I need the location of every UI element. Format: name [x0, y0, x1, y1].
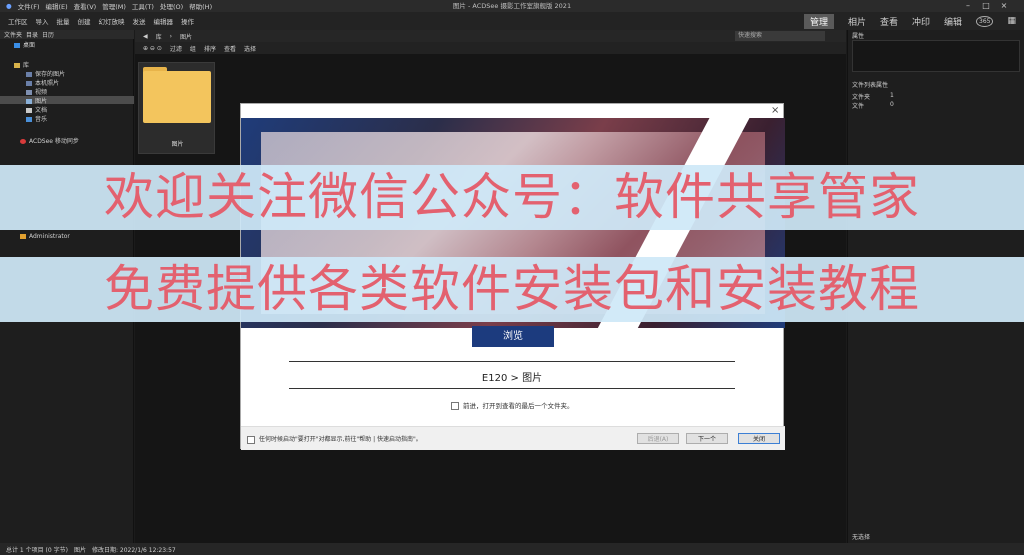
tree-item-music[interactable]: 音乐	[0, 114, 134, 123]
show-on-startup-checkbox[interactable]	[247, 435, 255, 444]
back-button[interactable]: 后退(A)	[637, 433, 679, 444]
toolbar-create[interactable]: 创建	[78, 16, 91, 26]
menu-file[interactable]: 文件(F)	[18, 1, 40, 11]
properties-preview	[852, 40, 1020, 72]
menu-help[interactable]: 帮助(H)	[189, 1, 212, 11]
sort-button[interactable]: 排序	[204, 44, 216, 53]
folders-value: 1	[890, 92, 894, 99]
select-button[interactable]: 选择	[244, 44, 256, 53]
open-last-folder-checkbox[interactable]	[451, 402, 459, 410]
dashboard-icon[interactable]: ▦	[1007, 16, 1016, 26]
close-button[interactable]: 关闭	[738, 433, 780, 444]
group-button[interactable]: 组	[190, 44, 196, 53]
tree-item-saved-pictures[interactable]: 保存的图片	[0, 69, 134, 78]
promo-banner-2: 免费提供各类软件安装包和安装教程	[0, 257, 1024, 322]
music-icon	[26, 117, 32, 122]
open-last-folder-option[interactable]: 前进，打开到查看的最后一个文件夹。	[451, 400, 574, 410]
address-bar: ◀ 库 › 图片 快速搜索	[135, 30, 846, 42]
tree-item-camera-roll[interactable]: 本机照片	[0, 78, 134, 87]
folder-icon	[143, 71, 211, 123]
menu-bar: ● 文件(F) 编辑(E) 查看(V) 管理(M) 工具(T) 处理(O) 帮助…	[0, 0, 1024, 12]
folder-thumbnail[interactable]: 图片	[138, 62, 215, 154]
tab-calendar[interactable]: 日历	[42, 30, 54, 39]
toolbar-workspace[interactable]: 工作区	[8, 16, 28, 26]
folder-icon	[26, 81, 32, 86]
pictures-icon	[26, 99, 32, 104]
tree-item-administrator[interactable]: Administrator	[0, 233, 134, 241]
selected-path: E120 > 图片	[481, 373, 543, 384]
properties-title: 属性	[852, 33, 865, 40]
breadcrumb-pictures[interactable]: 图片	[180, 32, 192, 41]
folders-label: 文件夹	[852, 94, 871, 101]
menu-view[interactable]: 查看(V)	[74, 1, 97, 11]
toolbar-import[interactable]: 导入	[36, 16, 49, 26]
promo-banner-1: 欢迎关注微信公众号：软件共享管家	[0, 165, 1024, 230]
nav-buttons-icon[interactable]: ⊕ ⊖ ⊙	[143, 45, 162, 52]
tab-catalog[interactable]: 目录	[26, 30, 38, 39]
folder-label: 图片	[171, 141, 184, 148]
mode-photos[interactable]: 相片	[848, 15, 866, 28]
file-list-properties-heading: 文件列表属性	[852, 82, 889, 89]
library-icon	[14, 63, 20, 68]
mode-view[interactable]: 查看	[880, 15, 898, 28]
toolbar-editor[interactable]: 编辑器	[154, 16, 174, 26]
quick-search-input[interactable]: 快速搜索	[735, 31, 825, 41]
back-arrow-icon[interactable]: ◀	[143, 33, 148, 40]
tree-item-mobile-sync[interactable]: ACDSee 移动同步	[0, 136, 134, 145]
tree-item-desktop[interactable]: 桌面	[0, 40, 134, 49]
main-toolbar: 工作区 导入 批量 创建 幻灯放映 发送 编辑器 操作 管理 相片 查看 冲印 …	[0, 12, 1024, 30]
status-total: 总计 1 个项目 (0 字节)	[6, 546, 68, 554]
maximize-button[interactable]: □	[978, 0, 994, 12]
document-icon	[26, 108, 32, 113]
divider	[289, 388, 735, 389]
menu-tools[interactable]: 工具(T)	[132, 1, 154, 11]
folder-icon	[26, 72, 32, 77]
filter-bar: ⊕ ⊖ ⊙ 过滤 组 排序 查看 选择	[135, 42, 846, 54]
filter-button[interactable]: 过滤	[170, 44, 182, 53]
minimize-button[interactable]: –	[960, 0, 976, 12]
divider	[289, 361, 735, 362]
status-modified: 修改日期: 2022/1/6 12:23:57	[91, 546, 176, 554]
close-window-button[interactable]: ×	[996, 0, 1012, 12]
tab-folders[interactable]: 文件夹	[4, 30, 22, 39]
breadcrumb-separator-icon: ›	[169, 32, 173, 40]
status-item: 图片	[73, 546, 86, 554]
left-panel-tabs: 文件夹 目录 日历	[0, 30, 134, 39]
files-label: 文件	[852, 103, 865, 110]
dialog-footer: 任何时候启动"要打开"对都显示,前往"帮助 | 快速启动指南"。 后退(A) 下…	[241, 426, 785, 450]
tree-item-library[interactable]: 库	[0, 60, 134, 69]
desktop-icon	[14, 43, 20, 48]
menu-manage[interactable]: 管理(M)	[102, 1, 126, 11]
sync-icon	[20, 139, 26, 144]
no-selection-label: 无选择	[852, 534, 871, 541]
toolbar-slideshow[interactable]: 幻灯放映	[99, 16, 125, 26]
mode-develop[interactable]: 冲印	[912, 15, 930, 28]
menu-edit[interactable]: 编辑(E)	[45, 1, 67, 11]
mode-edit[interactable]: 编辑	[944, 15, 962, 28]
app-icon: ●	[6, 2, 12, 10]
user-icon	[20, 234, 26, 239]
video-icon	[26, 90, 32, 95]
badge-365[interactable]: 365	[976, 15, 994, 27]
tree-item-pictures[interactable]: 图片	[0, 96, 134, 105]
toolbar-actions[interactable]: 操作	[181, 16, 194, 26]
files-value: 0	[890, 101, 894, 108]
tree-item-documents[interactable]: 文档	[0, 105, 134, 114]
view-button[interactable]: 查看	[224, 44, 236, 53]
show-on-startup-option[interactable]: 任何时候启动"要打开"对都显示,前往"帮助 | 快速启动指南"。	[247, 434, 422, 444]
browse-button[interactable]: 浏览	[472, 326, 554, 347]
toolbar-send[interactable]: 发送	[133, 16, 146, 26]
status-bar: 总计 1 个项目 (0 字节) 图片 修改日期: 2022/1/6 12:23:…	[0, 543, 1024, 555]
toolbar-batch[interactable]: 批量	[57, 16, 70, 26]
tree-item-videos[interactable]: 视频	[0, 87, 134, 96]
mode-manage[interactable]: 管理	[803, 13, 834, 29]
dialog-close-button[interactable]: ×	[771, 105, 779, 116]
breadcrumb-library[interactable]: 库	[156, 32, 162, 41]
menu-process[interactable]: 处理(O)	[160, 1, 183, 11]
next-button[interactable]: 下一个	[686, 433, 728, 444]
